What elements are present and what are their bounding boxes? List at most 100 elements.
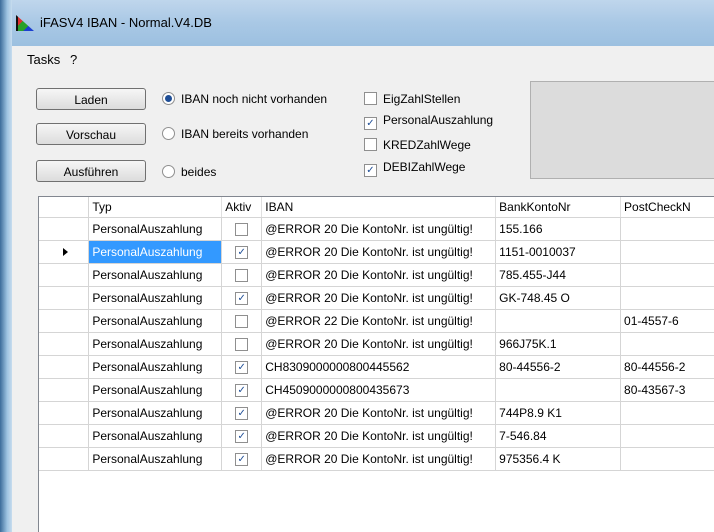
table-row[interactable]: PersonalAuszahlung @ERROR 20 Die KontoNr.… <box>39 263 714 287</box>
cell-typ[interactable]: PersonalAuszahlung <box>88 286 223 310</box>
menu-help[interactable]: ? <box>70 52 77 67</box>
row-header[interactable] <box>39 332 90 356</box>
cell-iban[interactable]: @ERROR 20 Die KontoNr. ist ungültig! <box>261 424 497 448</box>
cell-iban[interactable]: @ERROR 20 Die KontoNr. ist ungültig! <box>261 286 497 310</box>
checkbox-debizahlwege[interactable]: ✓ DEBIZahlWege <box>364 159 465 177</box>
column-header-aktiv[interactable]: Aktiv <box>221 197 263 218</box>
cell-aktiv[interactable]: ✓ <box>221 378 263 402</box>
cell-postcheck[interactable]: 80-43567-3 <box>620 378 714 402</box>
cell-bankkontonr[interactable] <box>495 378 622 402</box>
data-grid[interactable]: Typ Aktiv IBAN BankKontoNr PostCheckN Pe… <box>38 196 714 532</box>
checkbox-personalauszahlung[interactable]: ✓ PersonalAuszahlung <box>364 112 493 130</box>
laden-button[interactable]: Laden <box>36 88 146 110</box>
table-row[interactable]: PersonalAuszahlung ✓ CH8309000000800445562… <box>39 355 714 379</box>
table-row[interactable]: PersonalAuszahlung @ERROR 20 Die KontoNr.… <box>39 217 714 241</box>
cell-typ[interactable]: PersonalAuszahlung <box>88 263 223 287</box>
cell-iban[interactable]: @ERROR 22 Die KontoNr. ist ungültig! <box>261 309 497 333</box>
row-header[interactable] <box>39 217 90 241</box>
table-row[interactable]: PersonalAuszahlung @ERROR 20 Die KontoNr.… <box>39 332 714 356</box>
cell-iban[interactable]: CH4509000000800435673 <box>261 378 497 402</box>
checkmark-icon[interactable]: ✓ <box>235 245 249 259</box>
cell-bankkontonr[interactable]: 744P8.9 K1 <box>495 401 622 425</box>
checkmark-icon[interactable]: ✓ <box>235 429 249 443</box>
cell-postcheck[interactable] <box>620 263 714 287</box>
row-header[interactable] <box>39 263 90 287</box>
cell-typ[interactable]: PersonalAuszahlung <box>88 424 223 448</box>
cell-iban[interactable]: @ERROR 20 Die KontoNr. ist ungültig! <box>261 263 497 287</box>
column-header-postcheck[interactable]: PostCheckN <box>620 197 714 218</box>
cell-postcheck[interactable] <box>620 240 714 264</box>
cell-iban[interactable]: CH8309000000800445562 <box>261 355 497 379</box>
checkmark-icon[interactable]: ✓ <box>235 360 249 374</box>
checkmark-icon[interactable]: ✓ <box>235 291 249 305</box>
cell-bankkontonr[interactable]: 155.166 <box>495 217 622 241</box>
row-header[interactable] <box>39 286 90 310</box>
cell-iban[interactable]: @ERROR 20 Die KontoNr. ist ungültig! <box>261 240 497 264</box>
cell-aktiv[interactable] <box>221 309 263 333</box>
row-header[interactable] <box>39 424 90 448</box>
row-header[interactable] <box>39 447 90 471</box>
column-header-typ[interactable]: Typ <box>88 197 223 218</box>
cell-bankkontonr[interactable]: 966J75K.1 <box>495 332 622 356</box>
cell-typ[interactable]: PersonalAuszahlung <box>88 332 223 356</box>
cell-bankkontonr[interactable] <box>495 309 622 333</box>
cell-bankkontonr[interactable]: 785.455-J44 <box>495 263 622 287</box>
row-header[interactable] <box>39 309 90 333</box>
cell-iban[interactable]: @ERROR 20 Die KontoNr. ist ungültig! <box>261 332 497 356</box>
cell-postcheck[interactable]: 01-4557-6 <box>620 309 714 333</box>
cell-bankkontonr[interactable]: 7-546.84 <box>495 424 622 448</box>
cell-postcheck[interactable] <box>620 447 714 471</box>
checkmark-icon[interactable]: ✓ <box>235 406 249 420</box>
table-row[interactable]: PersonalAuszahlung ✓ @ERROR 20 Die KontoNr… <box>39 447 714 471</box>
cell-aktiv[interactable] <box>221 332 263 356</box>
cell-aktiv[interactable]: ✓ <box>221 401 263 425</box>
cell-typ[interactable]: PersonalAuszahlung <box>88 309 223 333</box>
checkbox-kredzahlwege[interactable]: KREDZahlWege <box>364 137 471 153</box>
cell-aktiv[interactable]: ✓ <box>221 355 263 379</box>
cell-typ[interactable]: PersonalAuszahlung <box>88 447 223 471</box>
cell-bankkontonr[interactable]: 975356.4 K <box>495 447 622 471</box>
cell-bankkontonr[interactable]: 1151-0010037 <box>495 240 622 264</box>
checkbox-eigzahlstellen[interactable]: EigZahlStellen <box>364 91 460 107</box>
checkmark-icon[interactable]: ✓ <box>235 452 249 466</box>
cell-postcheck[interactable] <box>620 217 714 241</box>
vorschau-button[interactable]: Vorschau <box>36 123 146 145</box>
cell-postcheck[interactable]: 80-44556-2 <box>620 355 714 379</box>
table-row[interactable]: PersonalAuszahlung ✓ @ERROR 20 Die KontoNr… <box>39 424 714 448</box>
table-row[interactable]: PersonalAuszahlung ✓ @ERROR 20 Die KontoNr… <box>39 240 714 264</box>
row-header[interactable] <box>39 355 90 379</box>
cell-aktiv[interactable]: ✓ <box>221 286 263 310</box>
cell-typ[interactable]: PersonalAuszahlung <box>88 378 223 402</box>
row-header[interactable] <box>39 378 90 402</box>
cell-aktiv[interactable]: ✓ <box>221 424 263 448</box>
cell-aktiv[interactable] <box>221 217 263 241</box>
cell-iban[interactable]: @ERROR 20 Die KontoNr. ist ungültig! <box>261 401 497 425</box>
cell-typ[interactable]: PersonalAuszahlung <box>88 217 223 241</box>
checkbox-box[interactable] <box>235 222 249 236</box>
checkbox-box[interactable] <box>235 337 249 351</box>
checkmark-icon[interactable]: ✓ <box>235 383 249 397</box>
cell-iban[interactable]: @ERROR 20 Die KontoNr. ist ungültig! <box>261 447 497 471</box>
cell-typ[interactable]: PersonalAuszahlung <box>88 401 223 425</box>
row-header[interactable] <box>39 240 90 264</box>
title-bar[interactable]: iFASV4 IBAN - Normal.V4.DB <box>0 0 714 46</box>
column-header-iban[interactable]: IBAN <box>261 197 497 218</box>
cell-typ[interactable]: PersonalAuszahlung <box>88 240 223 264</box>
radio-beides[interactable]: beides <box>162 164 216 180</box>
cell-postcheck[interactable] <box>620 286 714 310</box>
cell-aktiv[interactable]: ✓ <box>221 240 263 264</box>
ausfuehren-button[interactable]: Ausführen <box>36 160 146 182</box>
cell-postcheck[interactable] <box>620 332 714 356</box>
cell-iban[interactable]: @ERROR 20 Die KontoNr. ist ungültig! <box>261 217 497 241</box>
cell-postcheck[interactable] <box>620 401 714 425</box>
cell-postcheck[interactable] <box>620 424 714 448</box>
table-row[interactable]: PersonalAuszahlung ✓ @ERROR 20 Die KontoNr… <box>39 401 714 425</box>
cell-typ[interactable]: PersonalAuszahlung <box>88 355 223 379</box>
cell-aktiv[interactable]: ✓ <box>221 447 263 471</box>
radio-iban-nicht-vorhanden[interactable]: IBAN noch nicht vorhanden <box>162 91 327 107</box>
table-row[interactable]: PersonalAuszahlung @ERROR 22 Die KontoNr.… <box>39 309 714 333</box>
table-row[interactable]: PersonalAuszahlung ✓ @ERROR 20 Die KontoNr… <box>39 286 714 310</box>
cell-bankkontonr[interactable]: 80-44556-2 <box>495 355 622 379</box>
radio-iban-vorhanden[interactable]: IBAN bereits vorhanden <box>162 126 308 142</box>
menu-tasks[interactable]: Tasks <box>27 52 60 67</box>
